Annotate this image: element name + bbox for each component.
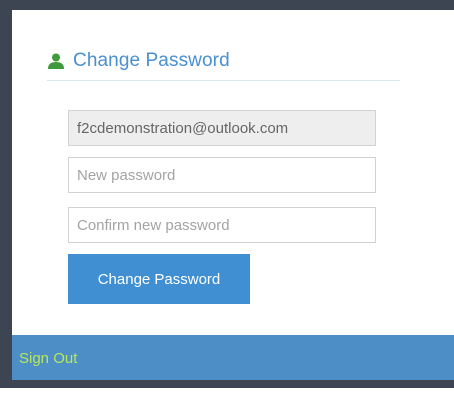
- sign-out-link[interactable]: Sign Out: [19, 350, 77, 367]
- change-password-button[interactable]: Change Password: [68, 254, 250, 304]
- page-title: Change Password: [73, 50, 230, 71]
- user-icon: [47, 53, 65, 69]
- change-password-header: Change Password: [47, 50, 230, 72]
- new-password-input[interactable]: [68, 157, 376, 193]
- confirm-password-input[interactable]: [68, 207, 376, 243]
- footer-bar: [12, 335, 454, 380]
- email-field[interactable]: [68, 110, 376, 146]
- title-divider: [47, 80, 400, 81]
